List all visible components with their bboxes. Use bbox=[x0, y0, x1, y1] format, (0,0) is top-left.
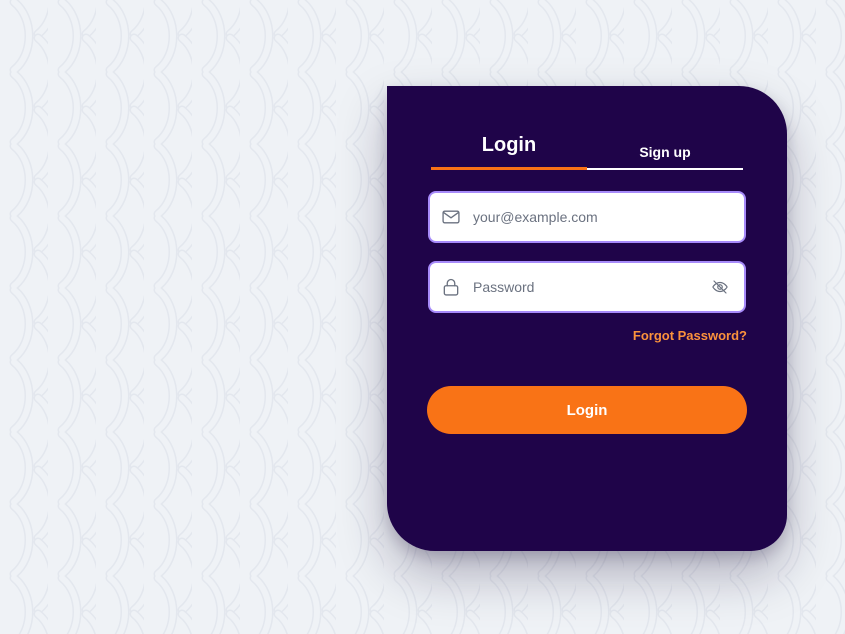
login-card: Login Sign up your@example.com Forgot Pa… bbox=[387, 86, 787, 551]
email-field bbox=[428, 191, 746, 243]
tab-login-label: Login bbox=[481, 134, 537, 156]
auth-tabs: Login Sign up bbox=[431, 130, 743, 170]
tab-signup-label: Sign up bbox=[639, 144, 691, 160]
forgot-password-link[interactable]: Forgot Password? bbox=[633, 328, 747, 343]
password-input[interactable] bbox=[473, 263, 710, 311]
mail-icon bbox=[441, 207, 461, 227]
eye-off-icon[interactable] bbox=[710, 277, 730, 297]
tab-login[interactable]: Login bbox=[431, 130, 587, 170]
tab-signup[interactable]: Sign up bbox=[587, 130, 743, 170]
login-button[interactable]: Login bbox=[427, 386, 747, 434]
email-input[interactable] bbox=[473, 193, 744, 241]
password-field bbox=[428, 261, 746, 313]
lock-icon bbox=[441, 277, 461, 297]
